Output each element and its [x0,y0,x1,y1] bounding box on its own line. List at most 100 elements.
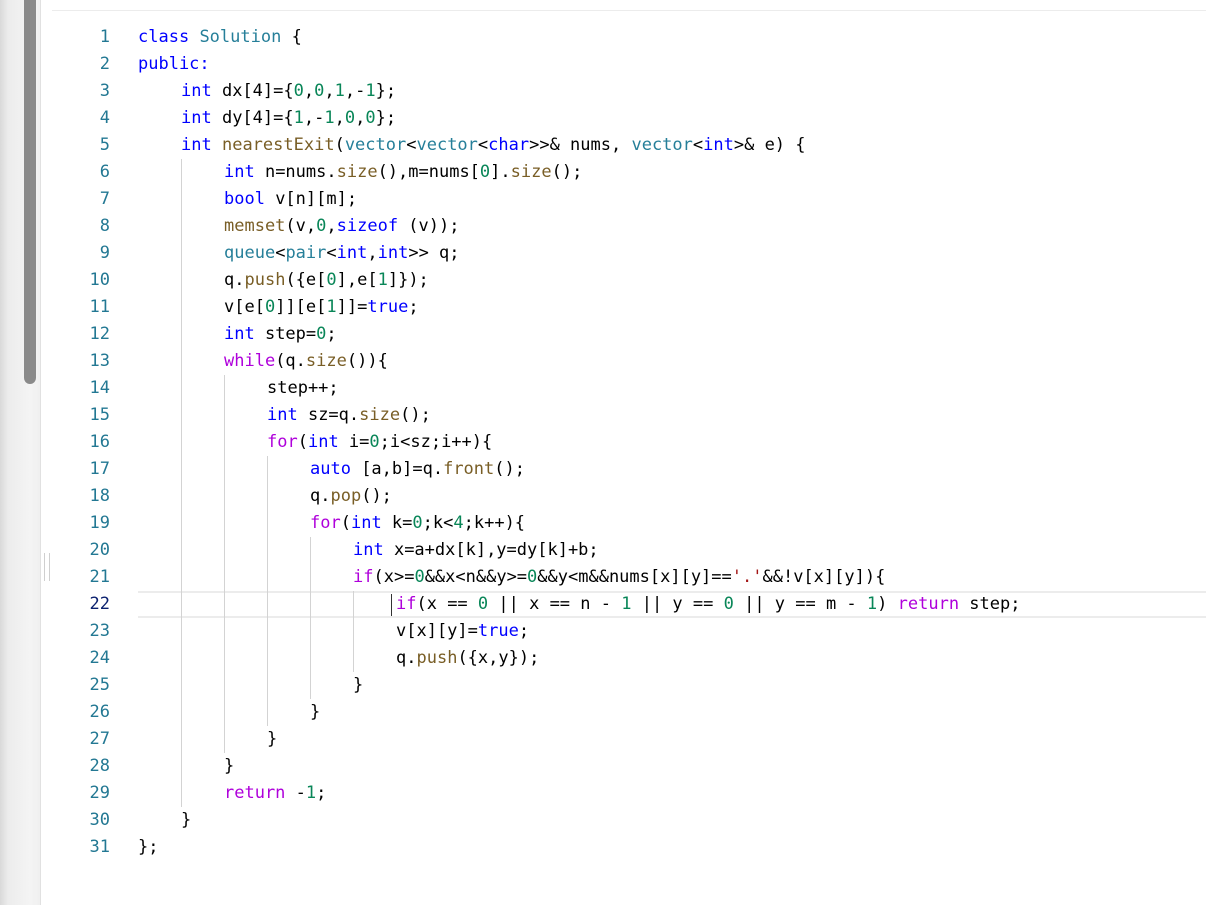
code-line[interactable]: 22 if(x == 0 || x == n - 1 || y == 0 || y… [52,591,1206,618]
code-token: dx[4]={ [211,81,294,101]
code-line[interactable]: 25} [52,672,1206,699]
code-token: (); [361,486,392,506]
code-token: 0 [479,162,491,182]
indent-guide [181,348,182,375]
code-line[interactable]: 9 queue<pair<int,int>> q; [52,240,1206,267]
code-line[interactable]: 11 v[e[0]][e[1]]=true; [52,294,1206,321]
indent-guide [181,726,182,753]
code-token: >& e) { [733,135,806,155]
code-line[interactable]: 12 int step=0; [52,321,1206,348]
code-line[interactable]: 13 while(q.size()){ [52,348,1206,375]
code-token: ({x,y}); [457,648,540,668]
code-token: int [307,432,339,452]
resize-grip-icon[interactable] [44,553,50,581]
code-token: || y == m - [733,594,867,614]
code-line[interactable]: 16 for(int i=0;i<sz;i++){ [52,429,1206,456]
code-token: || x == n - [488,594,622,614]
code-line[interactable]: 31}; [52,834,1206,861]
code-token: int [224,162,255,182]
code-token: step++; [267,378,339,398]
code-token: 0 [477,594,489,614]
code-token: public: [138,54,210,74]
line-number: 11 [89,297,110,317]
indent-guide [267,510,268,537]
code-token: 1 [334,81,345,101]
indent-guide [181,591,182,618]
code-line[interactable]: 6 int n=nums.size(),m=nums[0].size(); [52,159,1206,186]
code-token: < [406,135,417,155]
code-line[interactable]: 27} [52,726,1206,753]
code-token: >>& nums, [529,135,632,155]
code-token: ;i<sz;i++){ [379,432,493,452]
code-text: class Solution { [138,24,302,51]
code-line[interactable]: 10 q.push({e[0],e[1]}); [52,267,1206,294]
code-token: 1 [377,270,388,290]
code-token: x=a+dx[k],y=dy[k]+b; [383,540,599,560]
code-text: } [267,726,277,753]
code-line[interactable]: 30} [52,807,1206,834]
indent-guide [181,159,182,186]
code-token: int [181,135,212,155]
code-line[interactable]: 2 public: [52,51,1206,78]
line-number: 10 [89,270,110,290]
code-text: int nearestExit(vector<vector<char>>& nu… [181,132,806,159]
code-token: ; [316,783,327,803]
code-token: char [488,135,530,155]
code-line[interactable]: 17 auto [a,b]=q.front(); [52,456,1206,483]
code-token: vector [344,135,407,155]
code-token: int [350,513,382,533]
code-text: } [353,672,363,699]
code-line[interactable]: 5 int nearestExit(vector<vector<char>>& n… [52,132,1206,159]
code-line[interactable]: 26} [52,699,1206,726]
code-line[interactable]: 7 bool v[n][m]; [52,186,1206,213]
code-token: (q. [275,351,306,371]
line-number: 17 [89,459,110,479]
scrollbar-thumb[interactable] [24,0,36,384]
code-token: dy[4]={ [211,108,294,128]
indent-guide [181,321,182,348]
code-line[interactable]: 18 q.pop(); [52,483,1206,510]
code-line[interactable]: 15 int sz=q.size(); [52,402,1206,429]
code-token: int [703,135,734,155]
panel-divider[interactable] [40,0,41,905]
line-number: 2 [99,54,110,74]
line-number: 20 [89,540,110,560]
code-line[interactable]: 1 class Solution { [52,24,1206,51]
code-token: (); [400,405,431,425]
code-token: ],e[ [336,270,378,290]
code-token: push [244,270,286,290]
indent-guide [181,240,182,267]
code-line[interactable]: 28} [52,753,1206,780]
code-token: size [359,405,401,425]
code-line[interactable]: 3 int dx[4]={0,0,1,-1}; [52,78,1206,105]
code-line[interactable]: 4 int dy[4]={1,-1,0,0}; [52,105,1206,132]
code-token: , [334,108,345,128]
code-token: i= [338,432,370,452]
code-token: v[x][y]= [396,621,478,641]
code-line[interactable]: 21 if(x>=0&&x<n&&y>=0&&y<m&&nums[x][y]=='… [52,564,1206,591]
code-line[interactable]: 20 int x=a+dx[k],y=dy[k]+b; [52,537,1206,564]
code-token: step= [254,324,317,344]
line-number: 1 [99,27,110,47]
indent-guide [224,375,225,402]
code-line[interactable]: 29 return -1; [52,780,1206,807]
code-token: 0 [316,324,327,344]
line-number: 16 [89,432,110,452]
code-token: size [510,162,552,182]
code-token: Solution [199,27,282,47]
code-text: queue<pair<int,int>> q; [224,240,460,267]
indent-guide [267,483,268,510]
code-line[interactable]: 23 v[x][y]=true; [52,618,1206,645]
code-line[interactable]: 24 q.push({x,y}); [52,645,1206,672]
indent-guide [181,699,182,726]
code-line[interactable]: 14 step++; [52,375,1206,402]
code-editor[interactable]: 1 class Solution { 2 public: 3 int dx[4]={0,0… [52,0,1206,905]
code-text: } [310,699,320,726]
code-text: int x=a+dx[k],y=dy[k]+b; [353,537,599,564]
code-line[interactable]: 19 for(int k=0;k<4;k++){ [52,510,1206,537]
code-line[interactable]: 8 memset(v,0,sizeof (v)); [52,213,1206,240]
indent-guide [353,591,354,618]
code-text: q.push({x,y}); [396,645,539,672]
code-token: } [181,810,192,830]
